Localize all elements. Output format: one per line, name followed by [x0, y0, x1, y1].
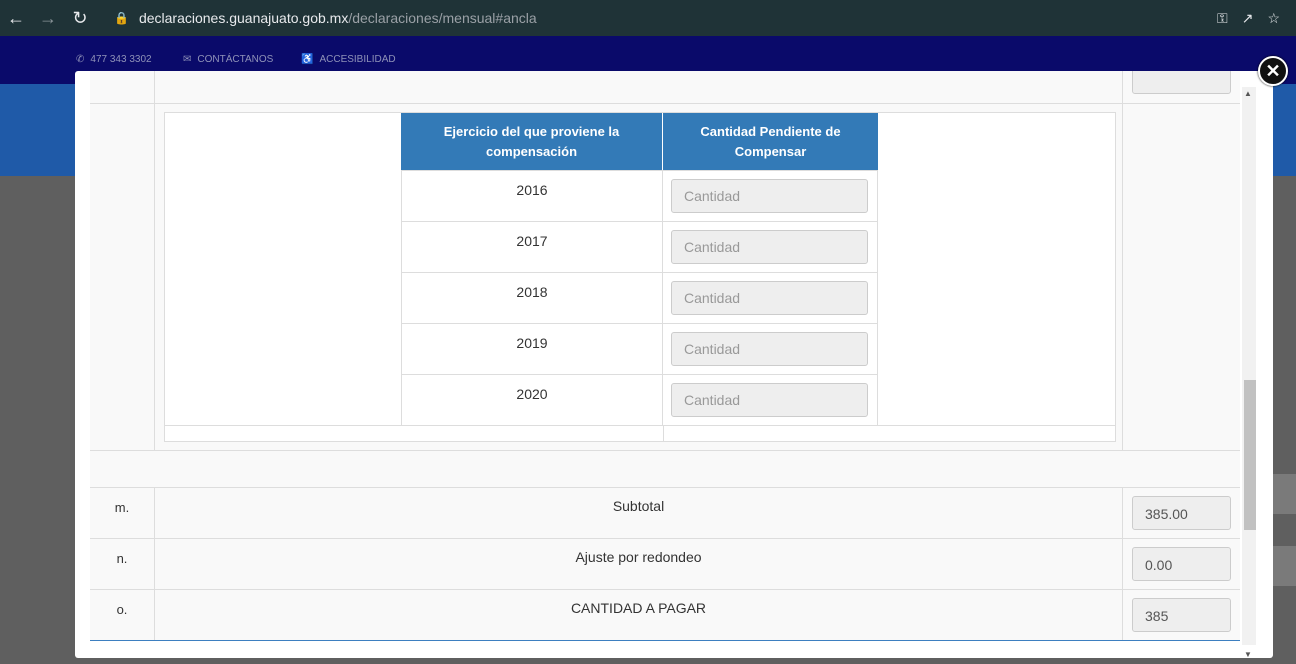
- phone-icon: ✆: [76, 54, 85, 65]
- year-cell: 2017: [401, 222, 663, 272]
- spacer-row: [90, 451, 1240, 488]
- section-divider: [90, 640, 1240, 641]
- contact-label: CONTÁCTANOS: [197, 54, 274, 65]
- subtotal-field[interactable]: 385.00: [1132, 496, 1231, 530]
- modal-scrollbar[interactable]: ▲ ▼: [1242, 87, 1256, 659]
- browser-toolbar: ← → ↻ 🔒 declaraciones.guanajuato.gob.mx /…: [0, 0, 1296, 36]
- rounding-field[interactable]: 0.00: [1132, 547, 1231, 581]
- mail-icon: ✉: [183, 54, 192, 65]
- table-row: [90, 71, 1240, 104]
- contact-link[interactable]: ✉ CONTÁCTANOS: [183, 54, 273, 65]
- table-row: 2018: [401, 272, 878, 323]
- row-label: CANTIDAD A PAGAR: [155, 590, 1123, 640]
- table-row: 2019: [401, 323, 878, 374]
- row-letter-cell: [90, 104, 155, 450]
- modal-scroll-area: Ejercicio del que proviene la compensaci…: [90, 71, 1240, 641]
- key-icon[interactable]: ⚿: [1217, 10, 1228, 27]
- header-amount: Cantidad Pendiente de Compensar: [663, 113, 878, 170]
- year-cell: 2016: [401, 171, 663, 221]
- amount-input-2020[interactable]: [671, 383, 868, 417]
- url-domain: declaraciones.guanajuato.gob.mx: [138, 10, 349, 26]
- scrollbar-thumb[interactable]: [1244, 380, 1256, 530]
- row-letter: m.: [90, 488, 155, 538]
- row-desc-cell: [155, 71, 1123, 103]
- amount-input-2016[interactable]: [671, 179, 868, 213]
- year-cell: 2018: [401, 273, 663, 323]
- table-row: 2017: [401, 221, 878, 272]
- row-label: Ajuste por redondeo: [155, 539, 1123, 589]
- side-tab: [1272, 474, 1296, 514]
- year-cell: 2019: [401, 324, 663, 374]
- scroll-up-icon[interactable]: ▲: [1244, 89, 1252, 98]
- row-label: Subtotal: [155, 488, 1123, 538]
- forward-icon[interactable]: →: [32, 2, 64, 34]
- reload-icon[interactable]: ↻: [64, 2, 96, 34]
- close-modal-icon[interactable]: ✕: [1258, 56, 1288, 86]
- scroll-down-icon[interactable]: ▼: [1244, 650, 1252, 659]
- value-field[interactable]: [1132, 71, 1231, 94]
- compensation-table-footer: [165, 425, 1115, 442]
- row-letter-cell: [90, 71, 155, 103]
- amount-input-2019[interactable]: [671, 332, 868, 366]
- back-icon[interactable]: ←: [0, 2, 32, 34]
- accessibility-link[interactable]: ♿ ACCESIBILIDAD: [301, 54, 396, 65]
- compensation-table-wrapper: Ejercicio del que proviene la compensaci…: [164, 112, 1116, 442]
- declaration-modal: Ejercicio del que proviene la compensaci…: [75, 71, 1273, 659]
- rounding-row: n. Ajuste por redondeo 0.00: [90, 539, 1240, 590]
- amount-to-pay-row: o. CANTIDAD A PAGAR 385: [90, 590, 1240, 641]
- year-cell: 2020: [401, 375, 663, 425]
- side-tab: [1272, 546, 1296, 586]
- compensation-table: Ejercicio del que proviene la compensaci…: [401, 113, 878, 425]
- phone-link[interactable]: ✆ 477 343 3302: [76, 54, 152, 65]
- amount-input-2018[interactable]: [671, 281, 868, 315]
- lock-icon: 🔒: [114, 11, 129, 25]
- amount-to-pay-field[interactable]: 385: [1132, 598, 1231, 632]
- row-letter: n.: [90, 539, 155, 589]
- row-value-cell: [1124, 104, 1240, 450]
- table-row: 2016: [401, 170, 878, 221]
- accessibility-icon: ♿: [301, 54, 314, 65]
- phone-number: 477 343 3302: [90, 54, 152, 65]
- row-letter: o.: [90, 590, 155, 640]
- compensation-table-header: Ejercicio del que proviene la compensaci…: [401, 113, 878, 170]
- address-bar[interactable]: 🔒 declaraciones.guanajuato.gob.mx/declar…: [114, 10, 1217, 26]
- share-icon[interactable]: ↗: [1242, 10, 1254, 27]
- header-year: Ejercicio del que proviene la compensaci…: [401, 113, 663, 170]
- row-value-cell: [1124, 71, 1240, 103]
- url-path: /declaraciones/mensual#ancla: [348, 10, 537, 26]
- subtotal-row: m. Subtotal 385.00: [90, 488, 1240, 539]
- accessibility-label: ACCESIBILIDAD: [319, 54, 396, 65]
- table-row: 2020: [401, 374, 878, 425]
- bookmark-star-icon[interactable]: ☆: [1267, 10, 1280, 27]
- amount-input-2017[interactable]: [671, 230, 868, 264]
- compensation-row: Ejercicio del que proviene la compensaci…: [90, 104, 1240, 451]
